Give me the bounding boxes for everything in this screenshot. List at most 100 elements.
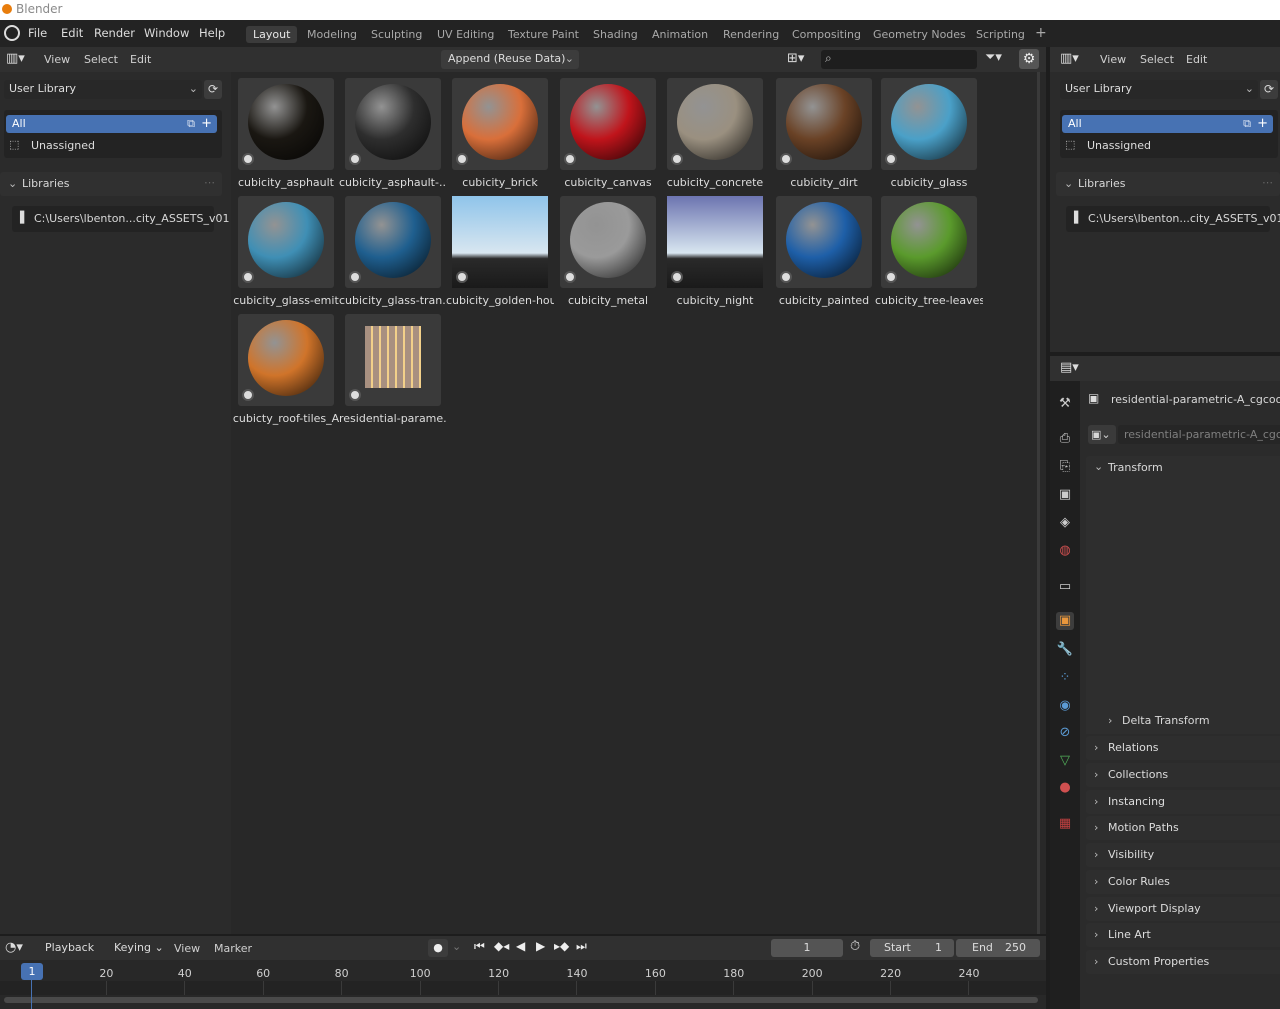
menu-edit-assets[interactable]: Edit: [130, 53, 151, 66]
editor-type-icon[interactable]: ▥▾: [1060, 51, 1079, 66]
catalog-item-all[interactable]: All ⧉ +: [6, 115, 217, 133]
playback-menu[interactable]: Playback ⌄: [38, 939, 106, 972]
refresh-icon[interactable]: ⟳: [1260, 80, 1278, 99]
panel-visibility[interactable]: › Visibility: [1086, 843, 1280, 867]
asset-thumbnail[interactable]: [238, 78, 334, 170]
panel-motion-paths[interactable]: › Motion Paths: [1086, 816, 1280, 840]
editor-type-icon[interactable]: ▥▾: [6, 51, 25, 66]
constraints-tab-icon[interactable]: ⊘: [1056, 724, 1074, 742]
asset-thumbnail[interactable]: [345, 196, 441, 288]
asset-label[interactable]: cubicity_asphault-...: [339, 176, 447, 189]
panel-line-art[interactable]: › Line Art: [1086, 923, 1280, 947]
asset-label[interactable]: cubicity_dirt: [770, 176, 878, 189]
library-dropdown[interactable]: User Library ⌄: [4, 80, 202, 99]
panel-collections[interactable]: › Collections: [1086, 763, 1280, 787]
panel-custom-properties[interactable]: › Custom Properties: [1086, 950, 1280, 974]
new-catalog-icon[interactable]: ⧉: [1243, 115, 1251, 133]
asset-thumbnail[interactable]: [881, 196, 977, 288]
asset-label[interactable]: cubicity_brick: [446, 176, 554, 189]
search-input[interactable]: ⌕: [821, 50, 977, 69]
asset-thumbnail[interactable]: [238, 196, 334, 288]
render-tab-icon[interactable]: ⎙: [1056, 430, 1074, 448]
filter-icon[interactable]: ⏷▾: [985, 50, 1002, 65]
record-button[interactable]: ●: [428, 939, 448, 957]
catalog-item-unassigned[interactable]: Unassigned: [31, 139, 95, 152]
asset-label[interactable]: cubicity_tree-leaves: [875, 294, 983, 307]
asset-thumbnail[interactable]: [345, 314, 441, 406]
new-catalog-icon[interactable]: ⧉: [187, 115, 195, 133]
libraries-panel-header[interactable]: ⌄ Libraries ⋯: [0, 172, 222, 196]
asset-label[interactable]: cubicity_concrete: [661, 176, 769, 189]
modifier-tab-icon[interactable]: 🔧: [1056, 641, 1074, 659]
texture-tab-icon[interactable]: ▦: [1056, 815, 1074, 833]
tab-shading[interactable]: Shading: [586, 26, 645, 43]
asset-label[interactable]: cubicty_roof-tiles_A: [232, 412, 340, 425]
right-library-dropdown[interactable]: User Library ⌄: [1060, 80, 1258, 99]
collection-tab-icon[interactable]: ▭: [1056, 578, 1074, 596]
menu-help[interactable]: Help: [199, 26, 225, 40]
asset-thumbnail[interactable]: [560, 196, 656, 288]
right-catalog-item-unassigned[interactable]: Unassigned: [1087, 139, 1151, 152]
asset-thumbnail[interactable]: [345, 78, 441, 170]
end-frame-field[interactable]: End 250: [956, 939, 1040, 957]
right-menu-edit[interactable]: Edit: [1186, 53, 1207, 66]
settings-gear-icon[interactable]: ⚙: [1019, 49, 1039, 69]
output-tab-icon[interactable]: ⎘: [1056, 458, 1074, 476]
delta-transform-subpanel[interactable]: › Delta Transform: [1100, 710, 1280, 732]
play-button[interactable]: ▶: [536, 939, 545, 953]
tab-compositing[interactable]: Compositing: [785, 26, 868, 43]
asset-thumbnail[interactable]: [776, 78, 872, 170]
tab-uv-editing[interactable]: UV Editing: [430, 26, 501, 43]
plus-icon[interactable]: +: [201, 115, 212, 133]
physics-tab-icon[interactable]: ◉: [1056, 697, 1074, 715]
asset-thumbnail[interactable]: [667, 196, 763, 288]
keying-menu[interactable]: Keying ⌄: [108, 939, 166, 957]
data-tab-icon[interactable]: ▽: [1056, 752, 1074, 770]
asset-label[interactable]: cubicity_night: [661, 294, 769, 307]
asset-label[interactable]: cubicity_metal: [554, 294, 662, 307]
record-options-icon[interactable]: ⌄: [452, 940, 461, 953]
asset-label[interactable]: cubicity_glass: [875, 176, 983, 189]
tab-scripting[interactable]: Scripting: [969, 26, 1032, 43]
tab-modeling[interactable]: Modeling: [300, 26, 364, 43]
particles-tab-icon[interactable]: ⁘: [1056, 669, 1074, 687]
panel-viewport-display[interactable]: › Viewport Display: [1086, 897, 1280, 921]
next-keyframe-button[interactable]: ▸◆: [554, 939, 569, 953]
asset-thumbnail[interactable]: [452, 196, 548, 288]
display-mode-icon[interactable]: ⊞▾: [787, 51, 804, 66]
tab-texture-paint[interactable]: Texture Paint: [501, 26, 586, 43]
right-menu-select[interactable]: Select: [1140, 53, 1174, 66]
right-library-path-item[interactable]: ▌ C:\Users\lbenton...city_ASSETS_v01: [1066, 206, 1280, 232]
tab-animation[interactable]: Animation: [645, 26, 715, 43]
drag-handle-icon[interactable]: ⋯: [204, 176, 215, 189]
tab-rendering[interactable]: Rendering: [716, 26, 786, 43]
import-mode-dropdown[interactable]: Append (Reuse Data) ⌄: [441, 50, 579, 69]
panel-color-rules[interactable]: › Color Rules: [1086, 870, 1280, 894]
scene-tab-icon[interactable]: ◈: [1056, 514, 1074, 532]
asset-thumbnail[interactable]: [667, 78, 763, 170]
asset-thumbnail[interactable]: [452, 78, 548, 170]
tab-layout[interactable]: Layout: [246, 26, 298, 43]
right-menu-view[interactable]: View: [1100, 53, 1126, 66]
asset-label[interactable]: cubicity_asphault: [232, 176, 340, 189]
refresh-icon[interactable]: ⟳: [204, 80, 222, 99]
library-path-item[interactable]: ▌ C:\Users\lbenton...city_ASSETS_v01: [12, 206, 229, 232]
asset-label[interactable]: residential-parame...: [339, 412, 447, 425]
menu-view[interactable]: View: [44, 53, 70, 66]
panel-relations[interactable]: › Relations: [1086, 736, 1280, 760]
current-frame-field[interactable]: 1: [771, 939, 843, 957]
asset-thumbnail[interactable]: [238, 314, 334, 406]
stopwatch-icon[interactable]: ⏱: [850, 939, 860, 954]
blender-menu-icon[interactable]: [4, 25, 20, 41]
asset-label[interactable]: cubicity_golden-hou: [446, 294, 554, 307]
transform-panel-header[interactable]: ⌄ Transform: [1086, 456, 1280, 480]
right-catalog-item-all[interactable]: All ⧉ +: [1062, 115, 1273, 133]
asset-label[interactable]: cubicity_painted: [770, 294, 878, 307]
start-frame-field[interactable]: Start 1: [870, 939, 954, 957]
timeline-menu-marker[interactable]: Marker: [214, 942, 252, 955]
editor-type-icon[interactable]: ▤▾: [1060, 360, 1079, 375]
menu-render[interactable]: Render: [94, 26, 135, 40]
asset-thumbnail[interactable]: [881, 78, 977, 170]
menu-edit[interactable]: Edit: [61, 26, 83, 40]
timeline-scrollbar[interactable]: [4, 997, 1038, 1003]
